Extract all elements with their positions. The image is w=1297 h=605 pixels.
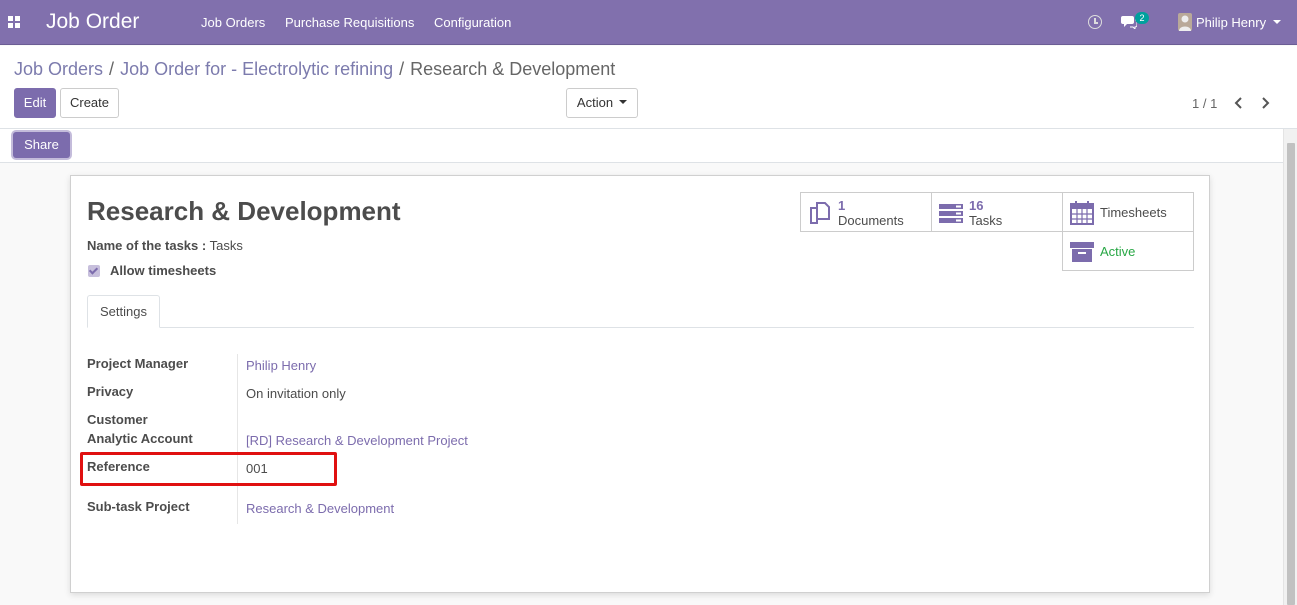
control-panel: Job Orders / Job Order for - Electrolytic … xyxy=(0,46,1297,129)
reference-highlight-box xyxy=(80,452,337,486)
timesheets-label: Timesheets xyxy=(1100,205,1167,220)
tasks-name-line: Name of the tasks : Tasks xyxy=(87,238,243,253)
form-sheet: Research & Development Name of the tasks… xyxy=(70,175,1210,593)
privacy-label: Privacy xyxy=(87,384,134,399)
tab-settings[interactable]: Settings xyxy=(87,295,160,328)
field-column-divider xyxy=(237,354,238,524)
user-name[interactable]: Philip Henry xyxy=(1196,15,1266,30)
record-title: Research & Development xyxy=(87,196,401,226)
tasks-icon xyxy=(939,204,963,223)
menu-job-orders[interactable]: Job Orders xyxy=(201,15,265,30)
project-manager-label: Project Manager xyxy=(87,356,189,371)
app-title[interactable]: Job Order xyxy=(46,10,139,34)
documents-stat: 1 Documents xyxy=(838,198,904,228)
project-manager-value[interactable]: Philip Henry xyxy=(246,358,316,373)
tasks-count: 16 xyxy=(969,198,984,213)
chat-counter-badge: 2 xyxy=(1135,12,1149,24)
breadcrumb-job-order[interactable]: Job Order for - Electrolytic refining xyxy=(120,59,393,79)
documents-count: 1 xyxy=(838,198,846,213)
top-navbar: Job Order Job Orders Purchase Requisitio… xyxy=(0,0,1297,45)
tasks-label: Tasks xyxy=(969,213,1003,228)
action-label: Action xyxy=(576,95,614,110)
create-button[interactable]: Create xyxy=(60,88,119,118)
menu-purchase-requisitions[interactable]: Purchase Requisitions xyxy=(285,15,414,30)
status-bar: Share xyxy=(0,129,1283,163)
activity-clock-icon[interactable] xyxy=(1088,15,1102,29)
documents-smart-button[interactable]: 1 Documents xyxy=(800,192,932,232)
pager-value[interactable]: 1 / 1 xyxy=(1192,96,1217,111)
breadcrumb-current: Research & Development xyxy=(410,59,616,79)
vertical-scrollbar[interactable] xyxy=(1283,129,1297,605)
edit-button[interactable]: Edit xyxy=(14,88,56,118)
allow-timesheets-label: Allow timesheets xyxy=(110,263,217,278)
chevron-right-icon[interactable] xyxy=(1260,95,1272,111)
documents-label: Documents xyxy=(838,213,904,228)
user-menu-caret-icon[interactable] xyxy=(1273,20,1281,24)
allow-timesheets-checkbox[interactable] xyxy=(88,265,100,277)
privacy-value[interactable]: On invitation only xyxy=(246,386,346,401)
scrollbar-thumb[interactable] xyxy=(1287,143,1295,605)
tasks-smart-button[interactable]: 16 Tasks xyxy=(931,192,1063,232)
analytic-account-value[interactable]: [RD] Research & Development Project xyxy=(246,433,468,448)
documents-icon xyxy=(810,202,830,224)
tasks-name-label: Name of the tasks : xyxy=(87,238,207,253)
subtask-project-value[interactable]: Research & Development xyxy=(246,501,394,516)
breadcrumb-separator: / xyxy=(399,59,405,79)
share-button[interactable]: Share xyxy=(13,132,70,158)
action-dropdown-button[interactable]: Action xyxy=(566,88,638,118)
user-avatar[interactable] xyxy=(1178,13,1192,31)
timesheets-smart-button[interactable]: Timesheets xyxy=(1062,192,1194,232)
breadcrumb-job-orders[interactable]: Job Orders xyxy=(14,59,103,79)
analytic-account-label: Analytic Account xyxy=(87,431,193,446)
apps-menu-icon[interactable] xyxy=(8,16,21,28)
tab-bar-divider xyxy=(87,327,1194,328)
subtask-project-label: Sub-task Project xyxy=(87,499,190,514)
caret-down-icon xyxy=(619,100,628,105)
tasks-stat: 16 Tasks xyxy=(969,198,1002,228)
breadcrumb: Job Orders / Job Order for - Electrolytic … xyxy=(14,59,615,80)
calendar-icon xyxy=(1070,201,1094,225)
breadcrumb-separator: / xyxy=(109,59,115,79)
active-label: Active xyxy=(1100,244,1136,259)
tasks-name-value: Tasks xyxy=(209,238,243,253)
menu-configuration[interactable]: Configuration xyxy=(434,15,511,30)
archive-icon xyxy=(1070,242,1094,262)
customer-label: Customer xyxy=(87,412,148,427)
chevron-left-icon[interactable] xyxy=(1232,95,1244,111)
active-toggle-button[interactable]: Active xyxy=(1062,231,1194,271)
